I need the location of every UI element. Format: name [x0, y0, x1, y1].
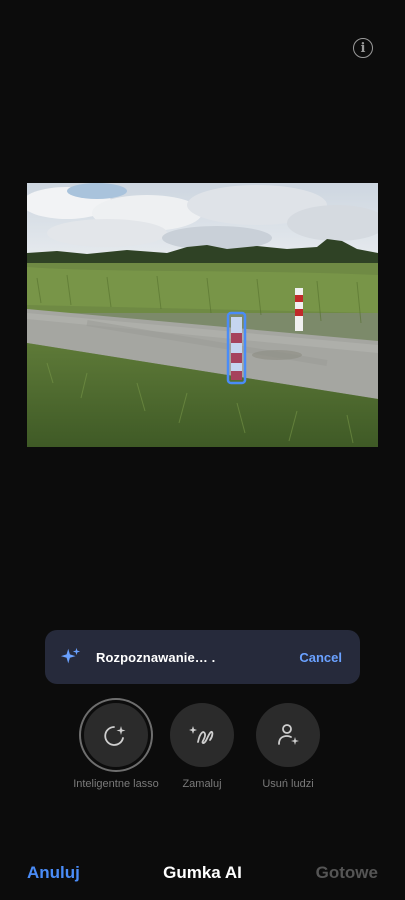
tool-brush[interactable]: Zamaluj [170, 703, 234, 790]
done-button[interactable]: Gotowe [316, 863, 378, 883]
smart-lasso-icon [104, 726, 126, 746]
sparkle-icon [60, 647, 81, 664]
brush-sparkle-icon [189, 726, 214, 744]
info-icon[interactable]: i [353, 38, 373, 58]
tool-brush-circle[interactable] [170, 703, 234, 767]
toast-cancel-button[interactable]: Cancel [299, 650, 342, 665]
tool-remove-people[interactable]: Usuń ludzi [256, 703, 320, 790]
landscape-image [27, 183, 378, 447]
tool-smart-lasso-circle[interactable] [84, 703, 148, 767]
info-glyph: i [360, 40, 366, 56]
tool-smart-lasso[interactable]: Inteligentne lasso [73, 703, 159, 790]
cancel-button[interactable]: Anuluj [27, 863, 80, 883]
toast-status-text: Rozpoznawanie… . [96, 649, 216, 665]
tool-remove-people-circle[interactable] [256, 703, 320, 767]
photo-preview[interactable] [27, 183, 378, 447]
tool-label: Usuń ludzi [262, 778, 314, 790]
bottom-bar: Gumka AI Anuluj Gotowe [0, 855, 405, 891]
remove-people-icon [278, 724, 299, 745]
recognition-toast: Rozpoznawanie… . Cancel [45, 630, 360, 684]
